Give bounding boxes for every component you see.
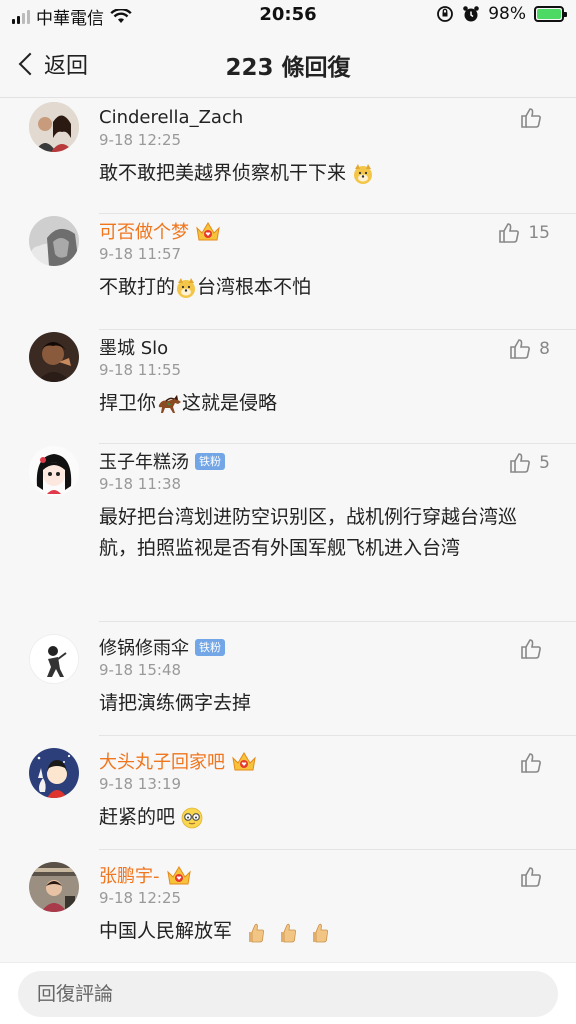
avatar[interactable] [29, 862, 79, 912]
avatar[interactable] [29, 634, 79, 684]
timestamp: 9-18 11:38 [99, 475, 182, 493]
timestamp: 9-18 11:57 [99, 245, 182, 263]
comment-text-content: 这就是侵略 [182, 392, 278, 414]
comment-text: 捍卫你 这就是侵略 [99, 388, 546, 419]
comment-author: 大头丸子回家吧 [99, 748, 546, 774]
thumbs-up-icon [509, 338, 531, 360]
avatar[interactable] [29, 446, 79, 496]
page-title: 223 條回復 [225, 55, 351, 81]
fan-badge: 铁粉 [195, 452, 225, 470]
horse-emoji-icon [158, 394, 182, 413]
like-count: 8 [539, 339, 550, 359]
thumbs-up-icon [509, 452, 531, 474]
like-button[interactable]: 8 [509, 338, 550, 360]
fan-badge: 铁粉 [195, 638, 225, 656]
thumbs-up-emoji-icon [313, 923, 329, 942]
thumbs-up-icon [520, 752, 542, 774]
orientation-lock-icon [437, 6, 454, 22]
comment-text-content: 不敢打的 [99, 276, 176, 298]
like-button[interactable]: 15 [498, 222, 550, 244]
comment-item: Cinderella_Zach 9-18 12:25 敢不敢把美越界侦察机干下来 [0, 99, 576, 214]
avatar[interactable] [29, 216, 79, 266]
comment-text: 赶紧的吧 [99, 802, 546, 833]
avatar[interactable] [29, 332, 79, 382]
comment-author: Cinderella_Zach [99, 104, 546, 130]
avatar[interactable] [29, 748, 79, 798]
thumbs-up-emoji-icon [281, 923, 297, 942]
thumbs-up-icon [498, 222, 520, 244]
like-button[interactable] [520, 107, 550, 129]
comment-text: 最好把台湾划进防空识别区，战机例行穿越台湾巡航，拍照监视是否有外国军舰飞机进入台… [99, 506, 518, 559]
comment-text-content: 赶紧的吧 [99, 806, 176, 828]
comment-text-content: 敢不敢把美越界侦察机干下来 [99, 162, 347, 184]
crown-badge-icon [232, 752, 256, 771]
status-bar: 中華電信 20:56 98% [0, 0, 576, 34]
battery-percent: 98% [488, 4, 526, 24]
thumbs-up-emoji-group [246, 920, 332, 942]
comment-author: 可否做个梦 [99, 218, 546, 244]
like-button[interactable] [520, 866, 550, 888]
username[interactable]: 玉子年糕汤 [99, 448, 189, 474]
comment-author: 修锅修雨伞 铁粉 [99, 634, 546, 660]
timestamp: 9-18 13:19 [99, 775, 182, 793]
username[interactable]: Cinderella_Zach [99, 107, 243, 128]
comment-item: 大头丸子回家吧 9-18 13:19 赶紧的吧 [0, 736, 576, 850]
timestamp: 9-18 15:48 [99, 661, 182, 679]
like-count: 15 [528, 223, 550, 243]
like-count: 5 [539, 453, 550, 473]
thumbs-up-icon [520, 107, 542, 129]
comment-text-content: 捍卫你 [99, 392, 157, 414]
comment-author: 玉子年糕汤 铁粉 [99, 448, 546, 474]
thumbs-up-icon [520, 638, 542, 660]
comment-item: 修锅修雨伞 铁粉 9-18 15:48 请把演练俩字去掉 [0, 622, 576, 736]
comment-item: 可否做个梦 9-18 11:57 不敢打的 台湾根本不怕 15 [0, 214, 576, 330]
avatar[interactable] [29, 102, 79, 152]
like-button[interactable]: 5 [509, 452, 550, 474]
comment-item: 玉子年糕汤 铁粉 9-18 11:38 最好把台湾划进防空识别区，战机例行穿越台… [0, 444, 576, 622]
username[interactable]: 修锅修雨伞 [99, 634, 189, 660]
comment-text: 不敢打的 台湾根本不怕 [99, 272, 546, 303]
battery-icon [534, 6, 567, 22]
comment-list: Cinderella_Zach 9-18 12:25 敢不敢把美越界侦察机干下来 [0, 99, 576, 964]
username[interactable]: 张鹏宇- [99, 862, 160, 888]
timestamp: 9-18 12:25 [99, 889, 182, 907]
comment-author: 墨城 Slo [99, 334, 546, 360]
reply-bar: 回復評論 [0, 962, 576, 1024]
comment-item: 墨城 Slo 9-18 11:55 捍卫你 这就是侵略 8 [0, 330, 576, 444]
alarm-icon [463, 6, 480, 22]
nav-bar: 返回 223 條回復 [0, 34, 576, 98]
crown-badge-icon [196, 222, 220, 241]
comment-text-content: 台湾根本不怕 [197, 276, 312, 298]
like-button[interactable] [520, 752, 550, 774]
crown-badge-icon [166, 866, 191, 885]
thumbs-up-emoji-icon [249, 923, 265, 942]
like-button[interactable] [520, 638, 550, 660]
comment-author: 张鹏宇- [99, 862, 546, 888]
timestamp: 9-18 11:55 [99, 361, 182, 379]
comment-text: 中国人民解放军 [99, 916, 546, 947]
comment-item: 张鹏宇- 9-18 12:25 中国人民解放军 [0, 850, 576, 964]
doge-emoji-icon [354, 163, 373, 184]
timestamp: 9-18 12:25 [99, 131, 182, 149]
username[interactable]: 大头丸子回家吧 [99, 748, 225, 774]
reply-input[interactable]: 回復評論 [18, 971, 558, 1017]
doge-emoji-icon [177, 277, 196, 298]
comment-text: 请把演练俩字去掉 [99, 692, 252, 714]
username[interactable]: 可否做个梦 [99, 218, 189, 244]
comment-text: 敢不敢把美越界侦察机干下来 [99, 158, 546, 189]
username[interactable]: 墨城 Slo [99, 334, 168, 360]
status-right: 98% [436, 4, 567, 24]
comment-text-content: 中国人民解放军 [99, 920, 233, 942]
thumbs-up-icon [520, 866, 542, 888]
glasses-emoji-icon [181, 807, 203, 828]
battery-level [537, 9, 561, 19]
